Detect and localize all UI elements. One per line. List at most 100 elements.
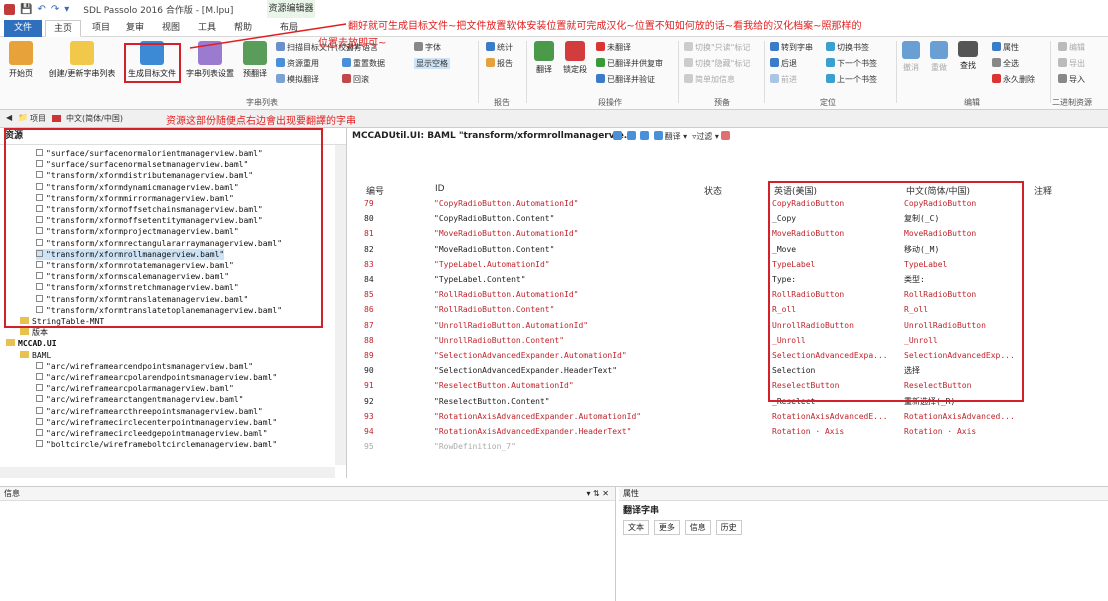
ptab-more[interactable]: 更多	[653, 520, 680, 535]
tree-item-folder[interactable]: 版本	[20, 327, 48, 338]
simulate-translate-button[interactable]: 模拟翻译	[276, 74, 319, 85]
lock-segment-button[interactable]: 锁定段	[560, 39, 590, 75]
import-button[interactable]: 导入	[1058, 74, 1085, 85]
ptab-text[interactable]: 文本	[623, 520, 649, 535]
ptab-info[interactable]: 信息	[684, 520, 711, 535]
cell-id[interactable]: "ReselectButton.Content"	[434, 394, 694, 409]
cell-num[interactable]: 81	[364, 226, 404, 241]
clear-filter-icon[interactable]	[721, 131, 731, 140]
tree-item-file[interactable]: "arc/wireframecircleedgepointmanagerview…	[36, 428, 268, 439]
tab-project[interactable]: 项目	[84, 20, 118, 37]
cell-num[interactable]: 91	[364, 378, 404, 393]
show-space-button[interactable]: 显示空格	[414, 58, 450, 69]
properties-button[interactable]: 属性	[992, 42, 1019, 53]
stats-button[interactable]: 统计	[486, 42, 513, 53]
filter-dropdown[interactable]: 过滤	[696, 132, 712, 141]
cell-zh[interactable]: RotationAxisAdvanced...	[904, 409, 1032, 424]
undo-icon[interactable]: ↶	[37, 4, 45, 15]
breadcrumb-language[interactable]: 中文(简体/中国)	[66, 113, 123, 124]
cell-id[interactable]: "SelectionAdvancedExpander.AutomationId"	[434, 348, 694, 363]
redo-icon[interactable]: ↷	[51, 4, 59, 15]
breadcrumb-project[interactable]: 项目	[30, 113, 46, 124]
cell-num[interactable]: 88	[364, 333, 404, 348]
tab-file[interactable]: 文件	[4, 20, 43, 37]
translate-dropdown[interactable]: 翻译	[665, 132, 681, 141]
tab-view[interactable]: 视图	[154, 20, 188, 37]
list-settings-button[interactable]: 字串列表设置	[182, 39, 238, 79]
toggle-bookmark-button[interactable]: 切换书签	[826, 42, 869, 53]
resource-reuse-button[interactable]: 资源重用	[276, 58, 319, 69]
export-button[interactable]: 导出	[1058, 58, 1085, 69]
cell-zh[interactable]	[904, 439, 1032, 454]
add-memo-button[interactable]: 简单加信息	[684, 74, 735, 85]
list-icon[interactable]	[626, 131, 636, 140]
back-button[interactable]: 后退	[770, 58, 797, 69]
tree-item-file[interactable]: "arc/wireframearctangentmanagerview.baml…	[36, 394, 243, 405]
cell-num[interactable]: 92	[364, 394, 404, 409]
next-bookmark-button[interactable]: 下一个书签	[826, 58, 877, 69]
tree-item-file[interactable]: "arc/wireframearcthreepointsmanagerview.…	[36, 406, 263, 417]
tab-home[interactable]: 主页	[45, 20, 82, 37]
cell-id[interactable]: "RotationAxisAdvancedExpander.Automation…	[434, 409, 694, 424]
cell-id[interactable]: "MoveRadioButton.Content"	[434, 242, 694, 257]
cell-num[interactable]: 90	[364, 363, 404, 378]
report-button[interactable]: 报告	[486, 58, 513, 69]
cell-num[interactable]: 87	[364, 318, 404, 333]
cell-zh[interactable]: Rotation · Axis	[904, 424, 1032, 439]
goto-string-button[interactable]: 转到字串	[770, 42, 813, 53]
forward-button[interactable]: 前进	[770, 74, 797, 85]
prev-bookmark-button[interactable]: 上一个书签	[826, 74, 877, 85]
edit-button[interactable]: 编辑	[1058, 42, 1085, 53]
cell-id[interactable]: "UnrollRadioButton.Content"	[434, 333, 694, 348]
cell-id[interactable]: "CopyRadioButton.AutomationId"	[434, 196, 694, 211]
horizontal-scrollbar[interactable]	[0, 467, 335, 478]
tab-layout[interactable]: 布局	[272, 20, 306, 37]
cell-id[interactable]: "SelectionAdvancedExpander.HeaderText"	[434, 363, 694, 378]
cell-id[interactable]: "TypeLabel.Content"	[434, 272, 694, 287]
tab-review[interactable]: 复审	[118, 20, 152, 37]
dropdown-icon[interactable]: ▾	[64, 4, 69, 15]
untranslated-button[interactable]: 未翻译	[596, 42, 631, 53]
cell-en[interactable]: RotationAxisAdvancedE...	[772, 409, 900, 424]
create-update-list-button[interactable]: 创建/更新字串列表	[46, 39, 118, 79]
col-header-status[interactable]: 状态	[704, 184, 722, 197]
col-header-id[interactable]: ID	[435, 184, 445, 194]
cell-num[interactable]: 89	[364, 348, 404, 363]
reset-data-button[interactable]: 重置数据	[342, 58, 385, 69]
cell-id[interactable]: "RollRadioButton.Content"	[434, 302, 694, 317]
start-page-button[interactable]: 开始页	[4, 39, 38, 79]
back-icon[interactable]: ◀	[6, 113, 12, 122]
cell-num[interactable]: 79	[364, 196, 404, 211]
cell-num[interactable]: 82	[364, 242, 404, 257]
select-all-button[interactable]: 全选	[992, 58, 1019, 69]
tab-tools[interactable]: 工具	[190, 20, 224, 37]
pane-controls-icon[interactable]: ▾ ⇅ ✕	[586, 487, 609, 501]
cell-num[interactable]: 95	[364, 439, 404, 454]
toggle-hidden-button[interactable]: 切换"隐藏"标记	[684, 58, 750, 69]
cell-num[interactable]: 86	[364, 302, 404, 317]
pretranslate-button[interactable]: 预翻译	[240, 39, 270, 79]
cell-id[interactable]: "RowDefinition_7"	[434, 439, 694, 454]
translated-verified-button[interactable]: 已翻译并验证	[596, 74, 655, 85]
undo-button[interactable]: 撤消	[900, 39, 922, 73]
col-header-comment[interactable]: 注释	[1034, 184, 1052, 197]
cell-num[interactable]: 84	[364, 272, 404, 287]
tree-item-file[interactable]: "arc/wireframecirclecenterpointmanagervi…	[36, 417, 277, 428]
cell-num[interactable]: 93	[364, 409, 404, 424]
view-icon[interactable]	[613, 131, 622, 140]
cell-num[interactable]: 83	[364, 257, 404, 272]
tree-item-folder[interactable]: BAML	[20, 350, 51, 361]
context-tab-resource-editor[interactable]: 资源编辑器	[267, 0, 315, 18]
redo-button[interactable]: 重做	[928, 39, 950, 73]
tab-help[interactable]: 帮助	[226, 20, 260, 37]
vertical-scrollbar[interactable]	[335, 145, 346, 465]
tree-item-file[interactable]: "arc/wireframearcpolarmanagerview.baml"	[36, 383, 234, 394]
perm-delete-button[interactable]: 永久删除	[992, 74, 1035, 85]
toggle-readonly-button[interactable]: 切换"只读"标记	[684, 42, 750, 53]
dialog-icon[interactable]	[640, 131, 650, 140]
translated-review-button[interactable]: 已翻译并供复审	[596, 58, 663, 69]
tree-item-file[interactable]: "arc/wireframearcendpointsmanagerview.ba…	[36, 361, 253, 372]
tree-item-file[interactable]: "boltcircle/wireframeboltcirclemanagervi…	[36, 439, 277, 450]
rollback-button[interactable]: 回滚	[342, 74, 369, 85]
tree-item-file[interactable]: "arc/wireframearcpolarendpointsmanagervi…	[36, 372, 277, 383]
